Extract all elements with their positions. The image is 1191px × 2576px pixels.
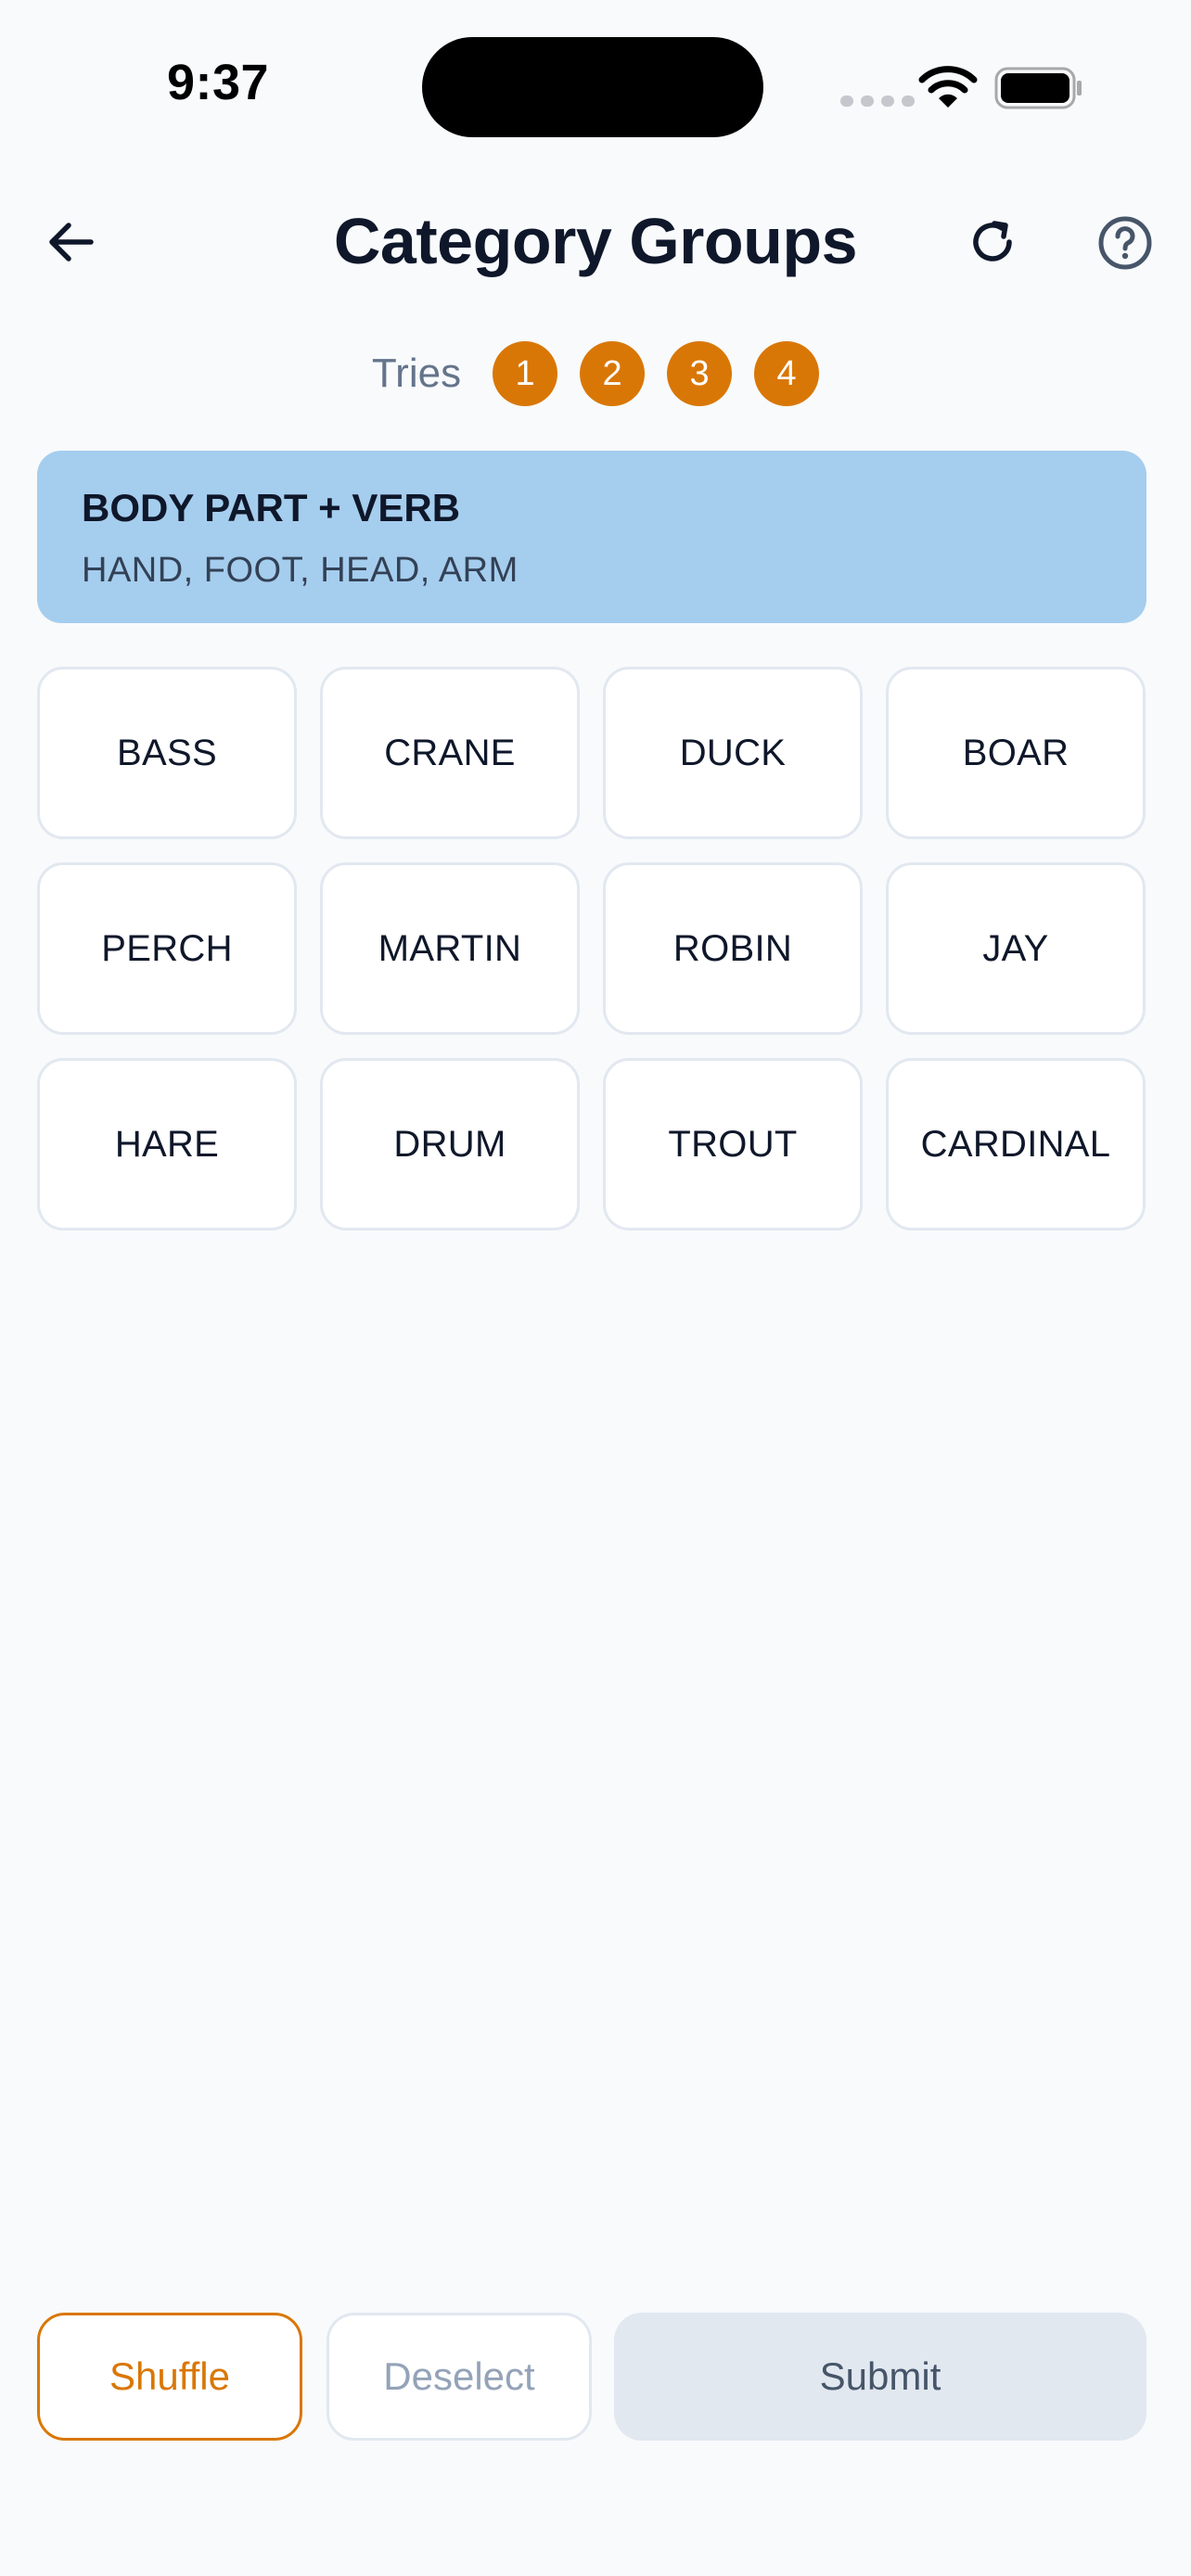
solved-group: BODY PART + VERB HAND, FOOT, HEAD, ARM [37, 451, 1146, 623]
tries-label: Tries [371, 351, 462, 396]
word-tile[interactable]: BASS [37, 667, 297, 839]
signal-icon [840, 96, 915, 107]
refresh-button[interactable] [960, 210, 1025, 274]
word-tile[interactable]: DUCK [603, 667, 863, 839]
try-dot: 4 [754, 341, 820, 406]
word-tile[interactable]: BOAR [886, 667, 1146, 839]
word-tile[interactable]: ROBIN [603, 862, 863, 1035]
battery-icon [994, 67, 1082, 109]
word-tile[interactable]: CRANE [320, 667, 580, 839]
game-screen: 9:37 Category Groups Tries 1 2 3 4 BODY … [0, 0, 1191, 2576]
word-tile[interactable]: TROUT [603, 1058, 863, 1231]
submit-button[interactable]: Submit [614, 2313, 1146, 2441]
shuffle-button[interactable]: Shuffle [37, 2313, 302, 2441]
word-tile[interactable]: DRUM [320, 1058, 580, 1231]
question-circle-icon [1098, 216, 1152, 270]
wifi-icon [918, 66, 978, 108]
word-tile[interactable]: CARDINAL [886, 1058, 1146, 1231]
word-tile[interactable]: HARE [37, 1058, 297, 1231]
status-time: 9:37 [167, 55, 270, 110]
solved-group-title: BODY PART + VERB [82, 486, 461, 529]
word-tile[interactable]: MARTIN [320, 862, 580, 1035]
help-button[interactable] [1095, 212, 1156, 274]
word-tile[interactable]: JAY [886, 862, 1146, 1035]
tries-indicator: Tries 1 2 3 4 [0, 341, 1191, 406]
word-tile[interactable]: PERCH [37, 862, 297, 1035]
refresh-icon [973, 221, 1012, 261]
dynamic-island [422, 37, 763, 137]
deselect-button[interactable]: Deselect [327, 2313, 592, 2441]
try-dot: 3 [667, 341, 733, 406]
try-dot: 2 [580, 341, 646, 406]
try-dot: 1 [493, 341, 558, 406]
solved-group-words: HAND, FOOT, HEAD, ARM [82, 551, 519, 590]
word-grid: BASS CRANE DUCK BOAR PERCH MARTIN ROBIN … [37, 667, 1146, 1231]
